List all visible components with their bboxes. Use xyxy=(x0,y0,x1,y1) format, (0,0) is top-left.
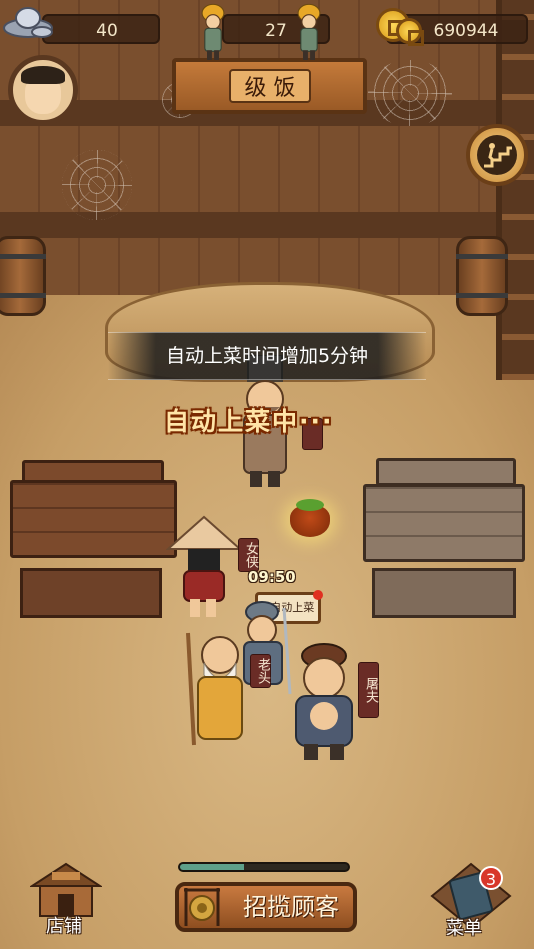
character-nametag: 女侠 xyxy=(238,538,259,572)
silver-ingot-icon xyxy=(3,7,53,38)
stairs-icon xyxy=(477,135,517,175)
swordswoman-character[interactable] xyxy=(166,515,242,625)
silver-counter: 40 xyxy=(42,14,160,44)
silver-value: 40 xyxy=(96,21,118,41)
player-avatar[interactable] xyxy=(8,55,78,125)
worker-character xyxy=(201,3,225,60)
bench-right xyxy=(372,568,516,618)
upstairs-button[interactable] xyxy=(466,124,528,186)
sign-emblem: 级 饭 xyxy=(229,69,311,103)
menu-label: 菜单 xyxy=(446,918,482,939)
auto-serving-status: 自动上菜中··· xyxy=(164,407,334,436)
avatar-hair xyxy=(21,66,65,84)
dining-table-right[interactable] xyxy=(363,484,525,562)
bench-left xyxy=(20,568,162,618)
cobweb-icon xyxy=(62,150,132,220)
recruit-label: 招揽顾客 xyxy=(243,893,339,921)
menu-badge: 3 xyxy=(479,866,503,890)
ladder xyxy=(496,0,534,380)
character-nametag: 屠夫 xyxy=(358,662,379,718)
copper-coin-icon xyxy=(396,18,424,46)
recruit-progress-fill xyxy=(180,864,244,870)
notification-toast: 自动上菜时间增加5分钟 xyxy=(108,332,426,380)
shop-label: 店铺 xyxy=(46,916,82,937)
notification-dot xyxy=(313,590,323,600)
gong-icon xyxy=(184,888,220,926)
cobweb-icon xyxy=(368,60,452,126)
shop-sign: 级 饭 xyxy=(172,58,367,114)
recruit-progress-bar xyxy=(178,862,350,872)
barrel xyxy=(456,236,508,316)
coin-value: 690944 xyxy=(433,21,499,41)
table-back-plank xyxy=(376,458,516,486)
shop-button[interactable]: 店铺 xyxy=(28,862,104,937)
character-nametag: 老头 xyxy=(250,654,271,688)
serve-timer: 09:50 xyxy=(248,568,296,586)
food-pot[interactable] xyxy=(290,499,330,537)
worker-character xyxy=(297,3,321,60)
dining-table-left[interactable] xyxy=(10,480,177,558)
butcher-character[interactable] xyxy=(286,640,362,764)
barrel xyxy=(0,236,46,316)
svg-text:级 饭: 级 饭 xyxy=(245,76,296,101)
